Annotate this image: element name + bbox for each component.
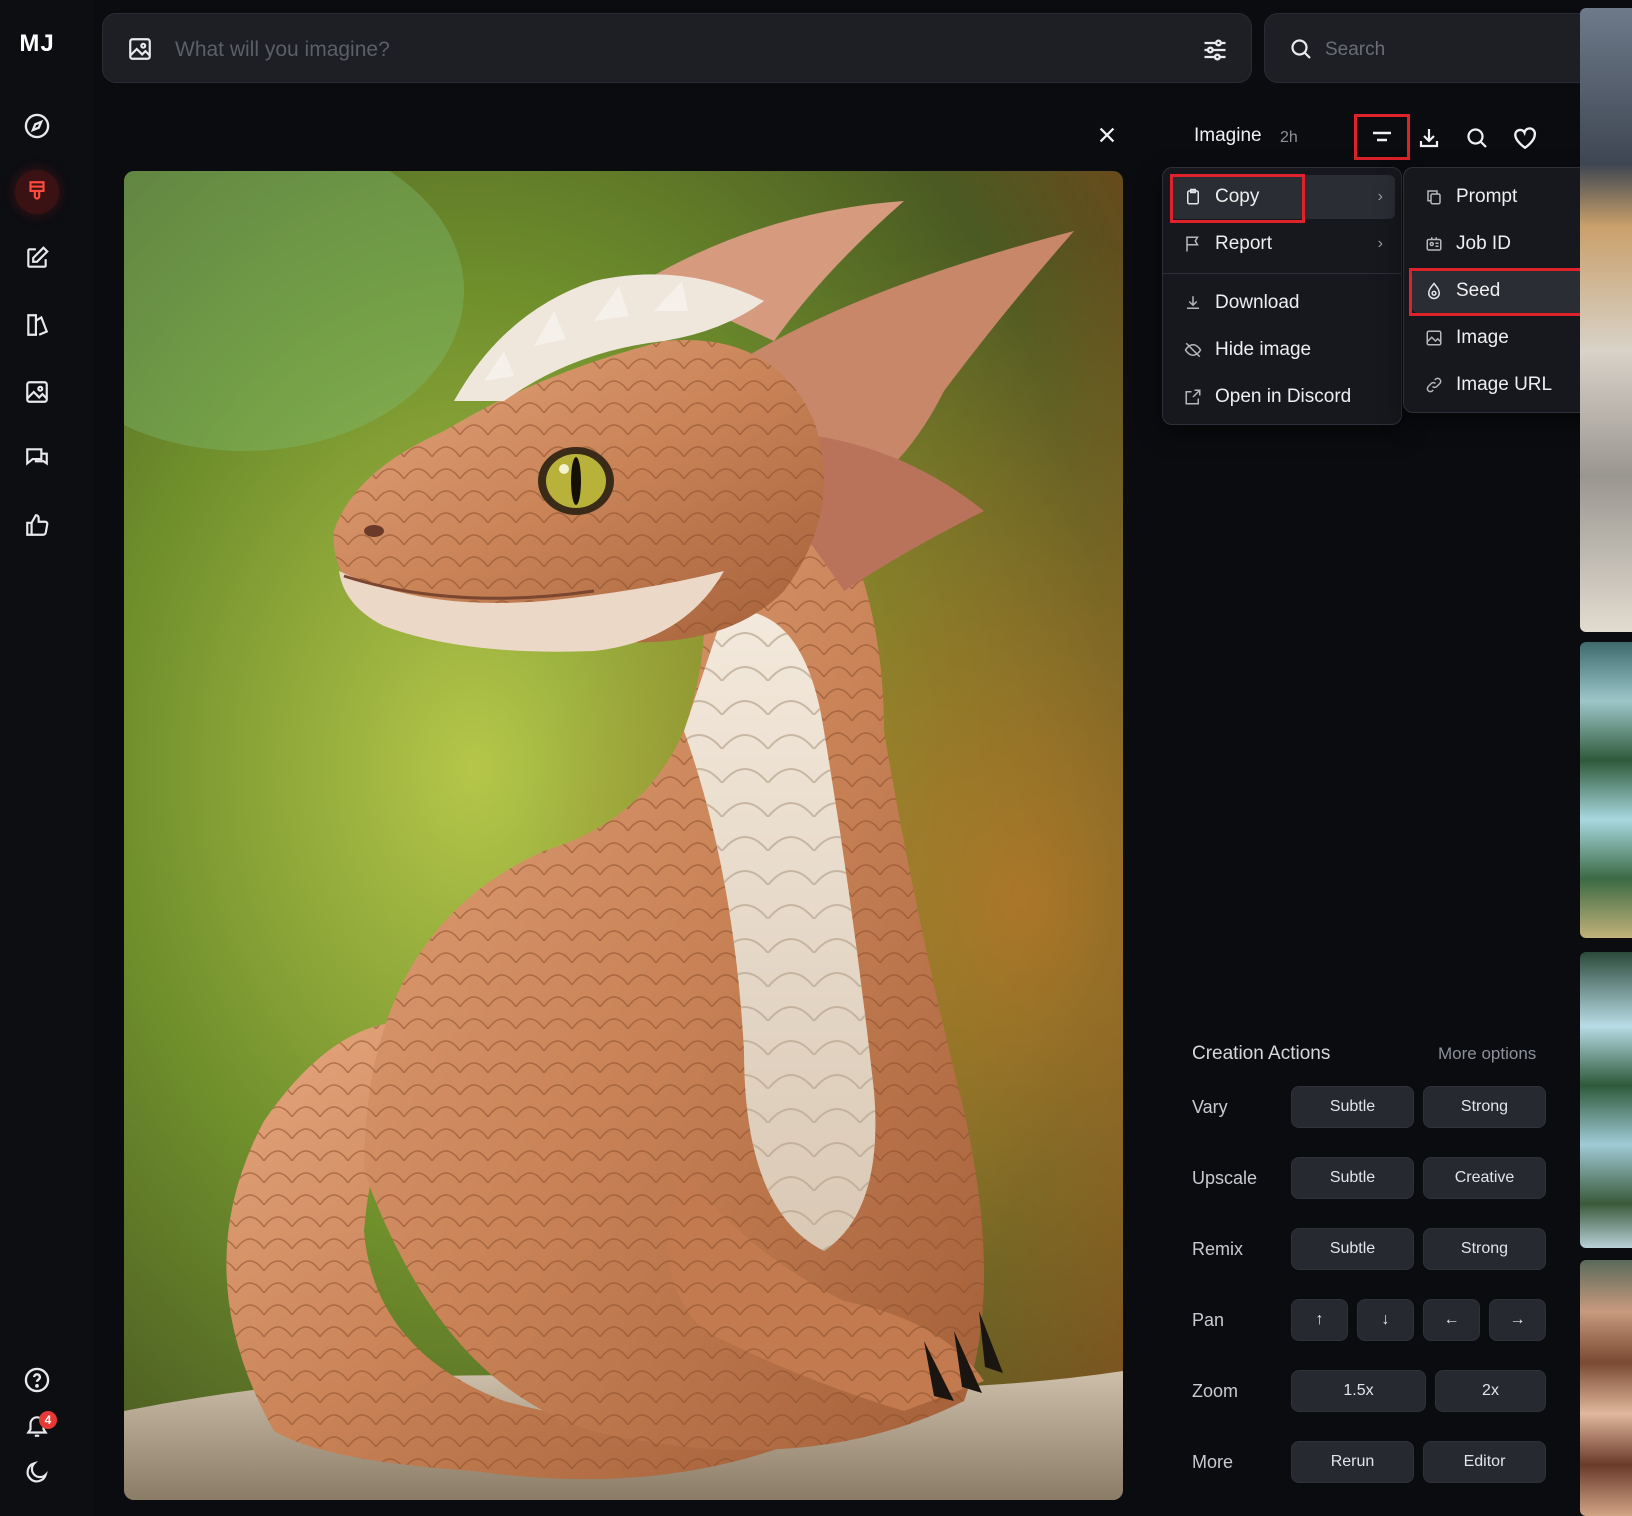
thumbnail-waterfall-2[interactable] <box>1580 952 1632 1248</box>
close-button[interactable] <box>1096 124 1118 146</box>
download-icon <box>1171 294 1215 312</box>
submenu-item-label: Image <box>1456 327 1509 348</box>
download-button[interactable] <box>1409 118 1449 158</box>
sidebar: MJ 4 <box>0 0 93 1516</box>
pan-down-button[interactable]: ↓ <box>1357 1299 1414 1341</box>
thumbnail-dragons[interactable] <box>1580 8 1632 632</box>
nav-explore[interactable] <box>15 104 59 148</box>
upscale-label: Upscale <box>1192 1168 1258 1188</box>
magnifier-icon <box>1465 126 1489 150</box>
nav-edit[interactable] <box>15 236 59 280</box>
submenu-item-label: Job ID <box>1456 233 1511 254</box>
gallery-icon <box>24 379 50 405</box>
theme-moon-icon <box>24 1459 50 1485</box>
thumbnail-strip <box>1580 0 1632 1516</box>
thumbnail-waterfall-1[interactable] <box>1580 642 1632 938</box>
menu-lines-icon <box>1370 126 1394 148</box>
more-options-link[interactable]: More options <box>1438 1044 1536 1064</box>
close-icon <box>1096 124 1118 146</box>
nav-theme-toggle[interactable] <box>15 1450 59 1494</box>
pan-up-button[interactable]: ↑ <box>1291 1299 1348 1341</box>
id-card-icon <box>1412 235 1456 253</box>
zoom-1-5x-button[interactable]: 1.5x <box>1291 1370 1426 1412</box>
upscale-subtle-button[interactable]: Subtle <box>1291 1157 1414 1199</box>
chevron-right-icon: › <box>1377 235 1383 252</box>
nav-help[interactable] <box>15 1358 59 1402</box>
editor-button[interactable]: Editor <box>1423 1441 1546 1483</box>
options-menu-button[interactable] <box>1354 114 1410 160</box>
job-time-label: 2h <box>1280 129 1298 146</box>
vary-label: Vary <box>1192 1097 1228 1117</box>
like-icon <box>24 512 50 538</box>
menu-item-label: Open in Discord <box>1215 386 1352 407</box>
create-brush-icon <box>24 179 50 205</box>
nav-organize[interactable] <box>15 303 59 347</box>
nav-chat[interactable] <box>15 436 59 480</box>
menu-item-hide-image[interactable]: Hide image <box>1171 328 1395 372</box>
nav-gallery[interactable] <box>15 370 59 414</box>
download-icon <box>1417 126 1441 150</box>
heart-icon <box>1512 126 1538 150</box>
app-logo[interactable]: MJ <box>0 30 74 58</box>
menu-item-label: Download <box>1215 292 1300 313</box>
menu-item-open-discord[interactable]: Open in Discord <box>1171 375 1395 419</box>
search-bar <box>1264 13 1609 83</box>
remix-subtle-button[interactable]: Subtle <box>1291 1228 1414 1270</box>
flag-icon <box>1171 235 1215 253</box>
upscale-creative-button[interactable]: Creative <box>1423 1157 1546 1199</box>
image-upload-icon[interactable] <box>127 36 153 62</box>
notification-count-badge: 4 <box>39 1411 57 1429</box>
job-type-label: Imagine <box>1194 125 1262 146</box>
copy-highlight-box <box>1170 174 1305 223</box>
menu-item-report[interactable]: Report › <box>1171 222 1395 266</box>
seed-highlight-box <box>1409 268 1584 316</box>
generated-image[interactable] <box>124 171 1123 1500</box>
image-icon <box>1412 329 1456 347</box>
nav-create[interactable] <box>15 170 59 214</box>
menu-item-download[interactable]: Download <box>1171 281 1395 325</box>
settings-sliders-icon[interactable] <box>1201 36 1229 64</box>
zoom-label: Zoom <box>1192 1381 1239 1401</box>
rerun-button[interactable]: Rerun <box>1291 1441 1414 1483</box>
edit-icon <box>24 245 50 271</box>
search-similar-button[interactable] <box>1457 118 1497 158</box>
prompt-bar <box>102 13 1252 83</box>
pan-label: Pan <box>1192 1310 1225 1330</box>
menu-divider <box>1163 273 1401 274</box>
search-input[interactable] <box>1323 34 1587 66</box>
help-icon <box>23 1366 51 1394</box>
remix-label: Remix <box>1192 1239 1244 1259</box>
more-label: More <box>1192 1452 1234 1472</box>
external-link-icon <box>1171 388 1215 406</box>
vary-strong-button[interactable]: Strong <box>1423 1086 1546 1128</box>
thumbnail-portraits[interactable] <box>1580 1260 1632 1516</box>
submenu-item-label: Image URL <box>1456 374 1553 395</box>
search-icon <box>1289 37 1313 61</box>
submenu-item-label: Prompt <box>1456 186 1518 207</box>
eye-off-icon <box>1171 341 1215 359</box>
prompt-input[interactable] <box>173 34 1137 66</box>
creation-actions-title: Creation Actions <box>1192 1043 1331 1064</box>
like-button[interactable] <box>1505 118 1545 158</box>
organize-icon <box>24 312 50 338</box>
nav-likes[interactable] <box>15 503 59 547</box>
vary-subtle-button[interactable]: Subtle <box>1291 1086 1414 1128</box>
pan-right-button[interactable]: → <box>1489 1299 1546 1341</box>
explore-icon <box>23 112 51 140</box>
remix-strong-button[interactable]: Strong <box>1423 1228 1546 1270</box>
pan-left-button[interactable]: ← <box>1423 1299 1480 1341</box>
chat-icon <box>24 445 50 471</box>
menu-item-label: Report <box>1215 233 1273 254</box>
chevron-right-icon: › <box>1377 188 1383 205</box>
zoom-2x-button[interactable]: 2x <box>1435 1370 1546 1412</box>
menu-item-label: Hide image <box>1215 339 1312 360</box>
link-icon <box>1412 376 1456 394</box>
copy-icon <box>1412 188 1456 206</box>
